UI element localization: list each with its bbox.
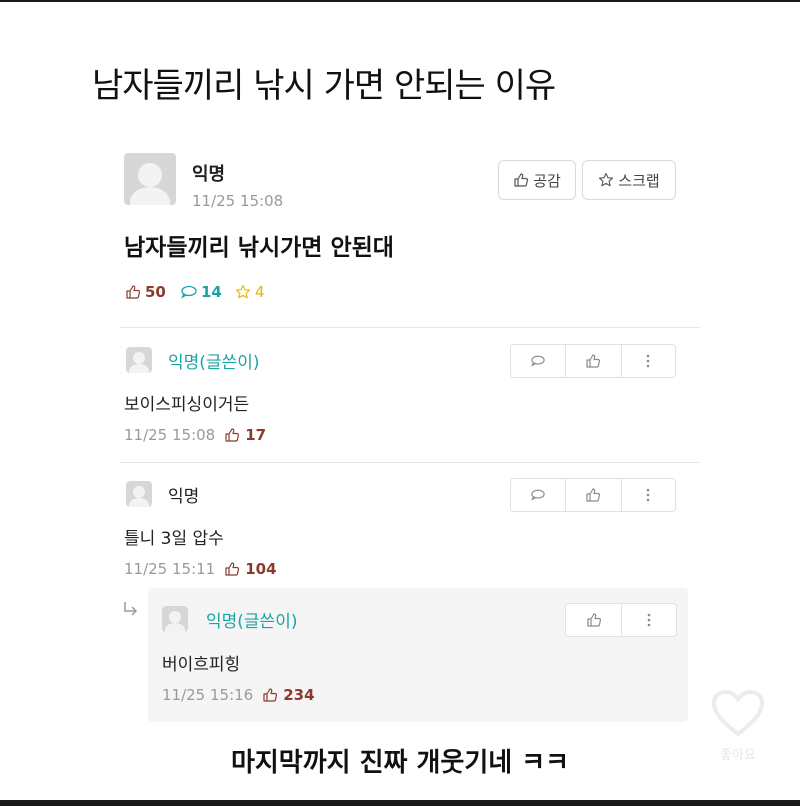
comment-text: 보이스피싱이거든	[124, 395, 250, 415]
reply-likes: 234	[283, 686, 315, 704]
post-likes: 50	[124, 283, 166, 301]
watermark-label: 좋아요	[720, 748, 756, 763]
comment-actions	[510, 344, 676, 378]
bottom-border	[0, 800, 800, 806]
reply-time: 11/25 15:16	[162, 686, 254, 704]
top-border	[0, 0, 800, 2]
comment-like-button[interactable]	[566, 479, 622, 511]
like-button-label: 공감	[533, 171, 561, 190]
comment-avatar	[126, 481, 152, 507]
thumbs-up-icon	[263, 688, 278, 702]
post-card: 익명 11/25 15:08 공감 스크랩 남자들끼리 낚시가면 안된대 50 …	[120, 140, 700, 730]
comment-likes: 104	[245, 560, 277, 578]
comment-actions	[510, 478, 676, 512]
reply-avatar	[162, 606, 188, 632]
comment-more-button[interactable]	[622, 479, 675, 511]
thumbs-up-icon	[514, 173, 529, 187]
reply-more-button[interactable]	[622, 604, 676, 636]
post-title: 남자들끼리 낚시가면 안된대	[124, 235, 394, 261]
comment-more-button[interactable]	[622, 345, 675, 377]
comment-text: 틀니 3일 압수	[124, 529, 224, 549]
more-vertical-icon	[647, 613, 651, 627]
headline: 남자들끼리 낚시 가면 안되는 이유	[92, 66, 556, 106]
post-comments: 14	[180, 283, 222, 301]
post-avatar	[124, 153, 176, 205]
thumbs-up-icon	[126, 285, 141, 299]
thumbs-up-icon	[225, 562, 240, 576]
comment-like-button[interactable]	[566, 345, 622, 377]
thumbs-up-icon	[586, 613, 601, 627]
divider	[120, 327, 700, 328]
post-comments-count: 14	[201, 283, 222, 301]
comment-meta: 11/25 15:08 17	[124, 426, 266, 444]
more-vertical-icon	[647, 488, 650, 502]
comment-meta: 11/25 15:11 104	[124, 560, 277, 578]
comment-bubble-icon	[531, 489, 545, 501]
comment-reply-button[interactable]	[511, 479, 567, 511]
comment-bubble-icon	[180, 285, 197, 299]
post-time: 11/25 15:08	[192, 192, 284, 210]
post-scraps-count: 4	[255, 283, 265, 301]
comment-author: 익명(글쓴이)	[168, 353, 260, 373]
comment-bubble-icon	[531, 355, 545, 367]
divider	[120, 462, 700, 463]
reply-author: 익명(글쓴이)	[206, 612, 298, 632]
thumbs-up-icon	[586, 488, 601, 502]
like-button[interactable]: 공감	[498, 160, 576, 200]
star-icon	[235, 284, 251, 299]
post-scraps: 4	[234, 283, 265, 301]
comment-reply-button[interactable]	[511, 345, 567, 377]
reply-arrow-icon	[124, 602, 138, 616]
comment-avatar	[126, 347, 152, 373]
reply-actions	[565, 603, 677, 637]
reply-like-button[interactable]	[566, 604, 622, 636]
watermark: 좋아요	[708, 688, 768, 778]
thumbs-up-icon	[586, 354, 601, 368]
comment-time: 11/25 15:11	[124, 560, 216, 578]
heart-icon	[711, 689, 765, 737]
post-likes-count: 50	[145, 283, 166, 301]
post-author: 익명	[192, 164, 226, 185]
comment-time: 11/25 15:08	[124, 426, 216, 444]
thumbs-up-icon	[225, 428, 240, 442]
comment-likes: 17	[245, 426, 267, 444]
comment-author: 익명	[168, 487, 200, 507]
caption: 마지막까지 진짜 개웃기네 ㅋㅋ	[230, 748, 570, 778]
scrap-button[interactable]: 스크랩	[582, 160, 676, 200]
reply-meta: 11/25 15:16 234	[162, 686, 315, 704]
reply-text: 버이흐피힝	[162, 655, 241, 675]
scrap-button-label: 스크랩	[618, 171, 660, 190]
more-vertical-icon	[647, 354, 650, 368]
star-icon	[599, 172, 614, 187]
